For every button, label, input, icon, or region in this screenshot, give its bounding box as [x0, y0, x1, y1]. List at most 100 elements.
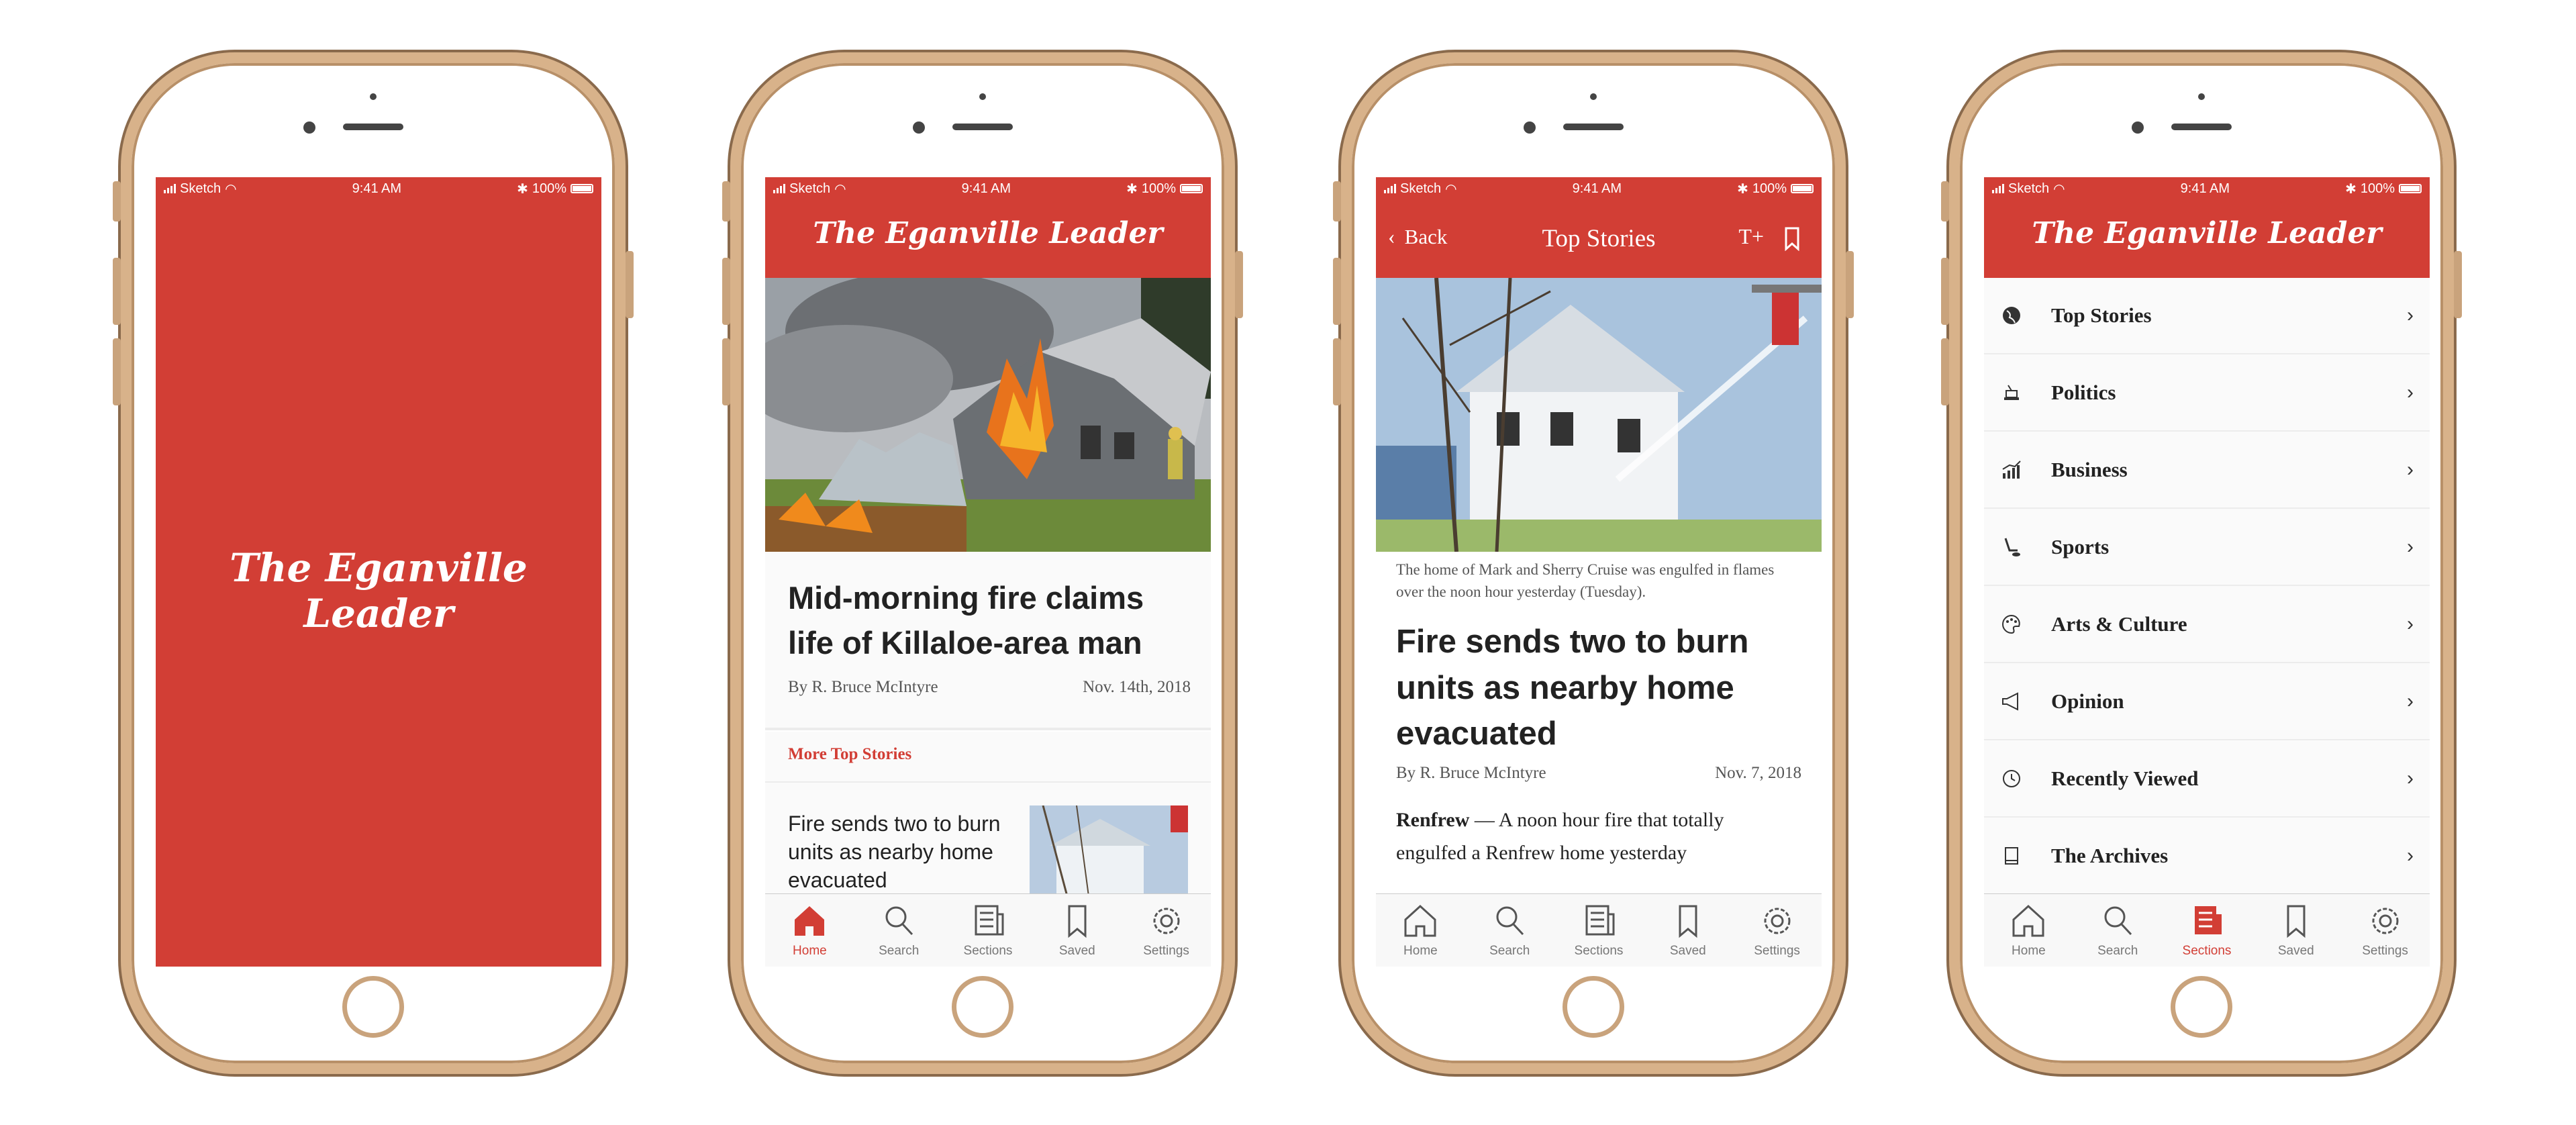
- section-row-sports[interactable]: Sports ›: [1984, 509, 2430, 586]
- bluetooth-icon: ✱: [1737, 181, 1748, 197]
- home-button[interactable]: [342, 976, 404, 1038]
- home-icon: [2012, 904, 2044, 937]
- search-icon: [1496, 906, 1524, 936]
- chevron-right-icon: ›: [2407, 458, 2414, 481]
- tab-label: Settings: [2362, 944, 2408, 958]
- front-camera: [303, 121, 315, 134]
- megaphone-icon: [2002, 692, 2018, 711]
- section-label: Top Stories: [2051, 303, 2152, 327]
- chart-icon: [2002, 460, 2021, 479]
- battery-icon: [570, 184, 593, 193]
- tab-bar: Home Search Sections Saved Settings: [1984, 893, 2430, 967]
- signal-icon: [773, 184, 785, 193]
- tab-label: Settings: [1143, 944, 1189, 958]
- home-button[interactable]: [2171, 976, 2232, 1038]
- chevron-right-icon: ›: [2407, 536, 2414, 558]
- story-item-title[interactable]: Fire sends two to burn units as nearby h…: [788, 810, 1016, 895]
- volume-up-button: [1941, 258, 1949, 325]
- signal-icon: [164, 184, 176, 193]
- tab-sections[interactable]: Sections: [944, 894, 1033, 967]
- section-label[interactable]: More Top Stories: [788, 745, 911, 764]
- lead-headline[interactable]: Mid-morning fire claims life of Killaloe…: [788, 576, 1188, 665]
- lead-story[interactable]: Mid-morning fire claims life of Killaloe…: [765, 552, 1211, 730]
- battery-icon: [1790, 184, 1814, 193]
- tab-saved[interactable]: Saved: [2251, 894, 2340, 967]
- battery-icon: [2398, 184, 2422, 193]
- volume-down-button: [113, 338, 121, 405]
- phone-sections: Sketch ◠ 9:41 AM ✱ 100% The Eganville Le…: [1941, 52, 2462, 1074]
- tab-search[interactable]: Search: [1465, 894, 1554, 967]
- lead-byline: By R. Bruce McIntyre: [788, 678, 938, 696]
- proximity-sensor: [2198, 93, 2205, 100]
- power-button: [1235, 251, 1243, 318]
- carrier-label: Sketch: [180, 181, 221, 196]
- bookmark-icon[interactable]: [1784, 227, 1800, 251]
- home-button[interactable]: [1563, 976, 1624, 1038]
- tab-settings[interactable]: Settings: [1122, 894, 1211, 967]
- tab-search[interactable]: Search: [2073, 894, 2163, 967]
- status-time: 9:41 AM: [2180, 181, 2230, 196]
- app-header: Sketch ◠ 9:41 AM ✱ 100% The Eganville Le…: [765, 177, 1211, 278]
- sections-icon: [2194, 906, 2222, 934]
- wifi-icon: ◠: [2053, 181, 2065, 197]
- phone-home: Sketch ◠ 9:41 AM ✱ 100% The Eganville Le…: [722, 52, 1243, 1074]
- chevron-right-icon: ›: [2407, 381, 2414, 403]
- front-camera: [2132, 121, 2144, 134]
- bluetooth-icon: ✱: [517, 181, 528, 197]
- bookmark-icon: [2287, 905, 2306, 938]
- earpiece-speaker: [343, 124, 403, 130]
- section-row-recently-viewed[interactable]: Recently Viewed ›: [1984, 741, 2430, 818]
- tab-settings[interactable]: Settings: [1732, 894, 1822, 967]
- tab-bar: Home Search Sections Saved Settings: [1376, 893, 1822, 967]
- tab-sections[interactable]: Sections: [1554, 894, 1644, 967]
- palette-icon: [2002, 614, 2020, 634]
- status-bar: Sketch ◠ 9:41 AM ✱ 100%: [1376, 177, 1822, 200]
- tab-label: Saved: [1058, 944, 1095, 958]
- section-row-top-stories[interactable]: Top Stories ›: [1984, 278, 2430, 354]
- carrier-label: Sketch: [2008, 181, 2050, 196]
- podium-icon: [2004, 385, 2019, 400]
- dateline: Renfrew: [1396, 809, 1470, 831]
- wifi-icon: ◠: [225, 181, 237, 197]
- book-icon: [2005, 847, 2018, 865]
- tab-settings[interactable]: Settings: [2340, 894, 2430, 967]
- tab-label: Home: [1403, 944, 1438, 958]
- gear-icon: [1153, 908, 1180, 934]
- lead-date: Nov. 14th, 2018: [1083, 678, 1191, 696]
- history-icon: [2003, 770, 2020, 787]
- tab-sections[interactable]: Sections: [2163, 894, 2252, 967]
- tab-home[interactable]: Home: [765, 894, 854, 967]
- status-bar: Sketch ◠ 9:41 AM ✱ 100%: [765, 177, 1211, 200]
- tab-saved[interactable]: Saved: [1032, 894, 1122, 967]
- power-button: [1846, 251, 1854, 318]
- section-row-business[interactable]: Business ›: [1984, 432, 2430, 509]
- phone-article: Sketch ◠ 9:41 AM ✱ 100% ‹ Back Top Stori…: [1333, 52, 1854, 1074]
- search-icon: [885, 906, 913, 936]
- home-button[interactable]: [952, 976, 1013, 1038]
- article-screen: Sketch ◠ 9:41 AM ✱ 100% ‹ Back Top Stori…: [1376, 177, 1822, 967]
- article-image[interactable]: [1376, 278, 1822, 552]
- section-row-arts-culture[interactable]: Arts & Culture ›: [1984, 587, 2430, 663]
- tab-label: Search: [1489, 944, 1530, 958]
- section-label: Politics: [2051, 381, 2116, 404]
- mute-switch: [1941, 181, 1949, 222]
- tab-label: Sections: [963, 944, 1013, 958]
- battery-label: 100%: [532, 181, 566, 196]
- proximity-sensor: [979, 93, 986, 100]
- section-row-opinion[interactable]: Opinion ›: [1984, 664, 2430, 740]
- section-label: Sports: [2051, 535, 2110, 558]
- section-row-politics[interactable]: Politics ›: [1984, 355, 2430, 432]
- tab-home[interactable]: Home: [1984, 894, 2073, 967]
- tab-search[interactable]: Search: [854, 894, 944, 967]
- status-time: 9:41 AM: [961, 181, 1011, 196]
- app-masthead: The Eganville Leader: [2032, 216, 2382, 250]
- story-thumbnail[interactable]: [1030, 805, 1188, 906]
- home-screen: Sketch ◠ 9:41 AM ✱ 100% The Eganville Le…: [765, 177, 1211, 967]
- section-row-archives[interactable]: The Archives ›: [1984, 818, 2430, 895]
- tab-home[interactable]: Home: [1376, 894, 1465, 967]
- battery-label: 100%: [2360, 181, 2395, 196]
- hero-image[interactable]: [765, 278, 1211, 552]
- tab-label: Sections: [1574, 944, 1624, 958]
- tab-saved[interactable]: Saved: [1643, 894, 1732, 967]
- text-size-button[interactable]: T+: [1738, 224, 1764, 249]
